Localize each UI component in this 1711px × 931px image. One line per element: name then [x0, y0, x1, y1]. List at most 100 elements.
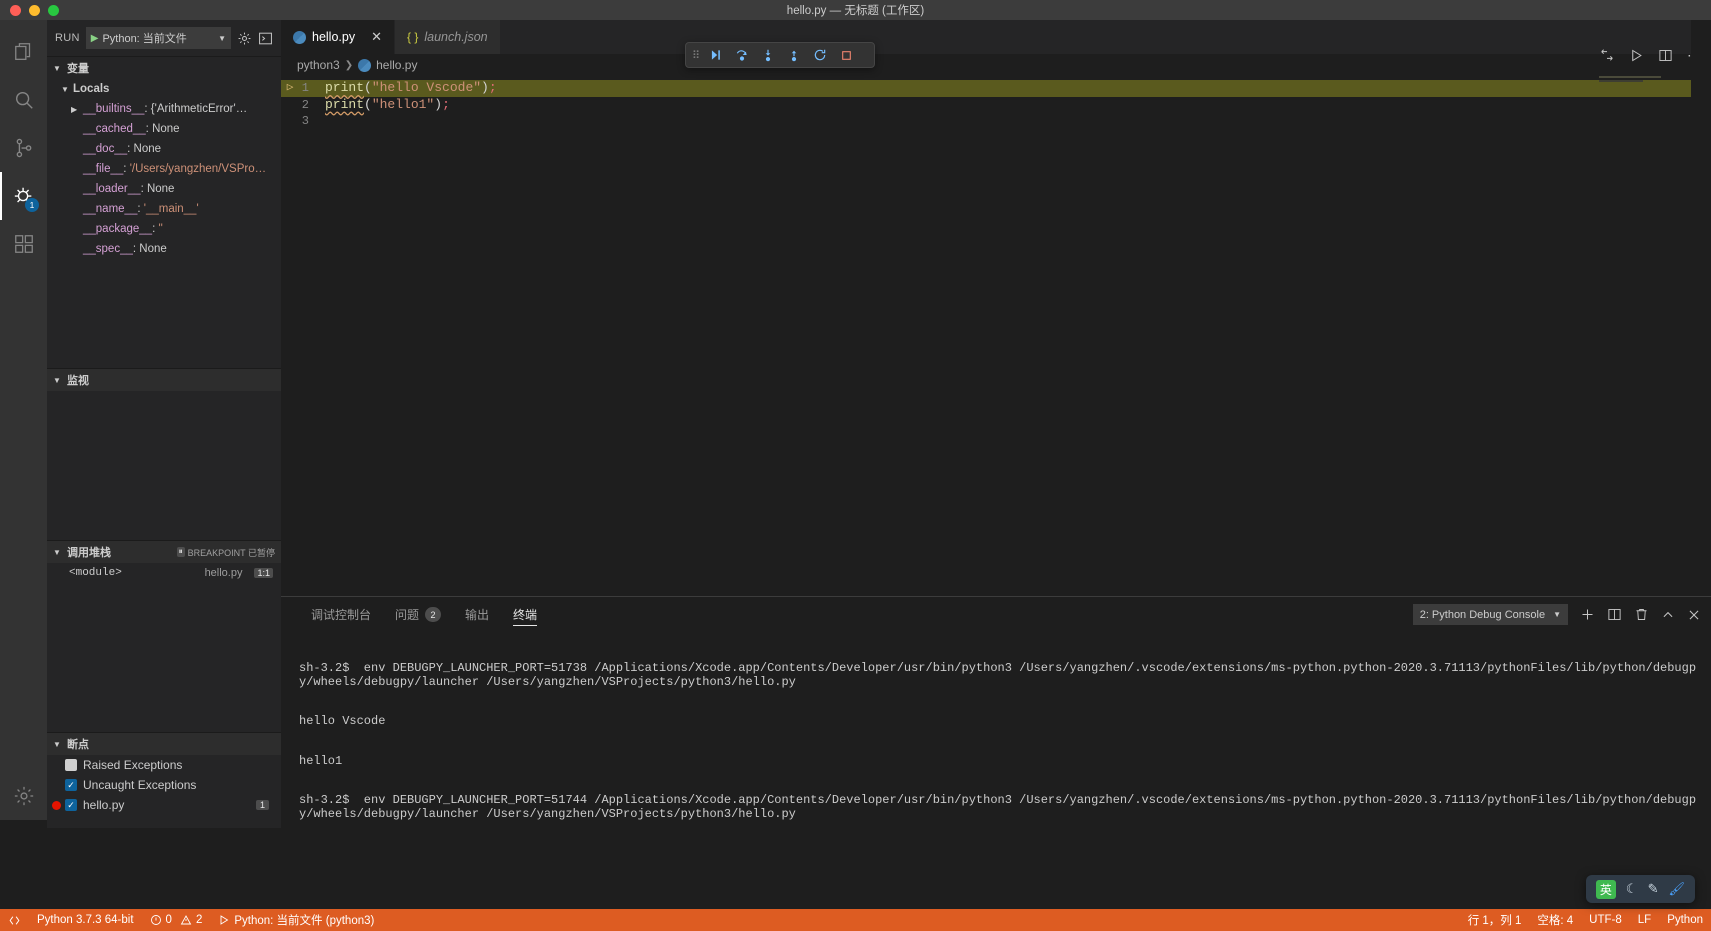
open-debug-console-button[interactable]: [258, 31, 273, 46]
callstack-status: ⏸ BREAKPOINT 已暂停: [176, 546, 275, 559]
step-over-button[interactable]: [730, 44, 754, 66]
variable-row[interactable]: __doc__: None: [47, 139, 281, 159]
stop-button[interactable]: [834, 44, 858, 66]
python-version-status[interactable]: Python 3.7.3 64-bit: [29, 909, 142, 931]
run-python-file-icon[interactable]: [1599, 47, 1615, 63]
variable-value: None: [133, 143, 162, 155]
variable-row[interactable]: __cached__: None: [47, 119, 281, 139]
watch-section: ▼ 监视: [47, 368, 281, 540]
trash-icon[interactable]: [1634, 607, 1649, 622]
run-label: RUN: [55, 32, 80, 44]
terminal-selector-dropdown[interactable]: 2: Python Debug Console ▼: [1412, 604, 1568, 625]
close-icon[interactable]: [1687, 608, 1701, 622]
encoding-status[interactable]: UTF-8: [1581, 909, 1630, 931]
variables-scope-locals[interactable]: ▼ Locals: [47, 79, 281, 99]
tab-problems[interactable]: 问题 2: [383, 597, 453, 632]
terminal-output[interactable]: sh-3.2$ env DEBUGPY_LAUNCHER_PORT=51738 …: [281, 632, 1711, 828]
bottom-panel: 调试控制台 问题 2 输出 终端 2: Python Debug Console…: [281, 596, 1711, 828]
restart-button[interactable]: [808, 44, 832, 66]
checkbox-checked-icon[interactable]: ✓: [65, 779, 77, 791]
language-mode-status[interactable]: Python: [1659, 909, 1711, 931]
step-out-button[interactable]: [782, 44, 806, 66]
chevron-right-icon[interactable]: ▶: [71, 105, 83, 114]
variable-row[interactable]: __loader__: None: [47, 179, 281, 199]
play-icon[interactable]: [1629, 48, 1644, 63]
remote-indicator[interactable]: [0, 909, 29, 931]
brush-icon[interactable]: 🖌: [1668, 881, 1685, 897]
indent-status[interactable]: 空格: 4: [1529, 909, 1581, 931]
sidebar-item-explorer[interactable]: [0, 28, 47, 76]
chevron-down-icon: ▼: [61, 84, 69, 94]
variable-row[interactable]: ▶ __builtins__: {'ArithmeticError'…: [47, 99, 281, 119]
breadcrumb-item-file[interactable]: hello.py: [376, 58, 417, 72]
line-number: 2: [301, 97, 309, 112]
variables-title: 变量: [67, 63, 89, 75]
sidebar-item-search[interactable]: [0, 76, 47, 124]
minimap[interactable]: [1599, 76, 1699, 596]
cursor-position-label: 行 1，列 1: [1467, 915, 1522, 927]
breakpoints-header[interactable]: ▼ 断点: [47, 733, 281, 755]
variables-header[interactable]: ▼ 变量: [47, 57, 281, 79]
variable-row[interactable]: __name__: '__main__': [47, 199, 281, 219]
callstack-status-label: BREAKPOINT 已暂停: [187, 547, 275, 558]
variable-value: '/Users/yangzhen/VSPro…: [129, 163, 267, 175]
cursor-position-status[interactable]: 行 1，列 1: [1460, 909, 1530, 931]
tab-terminal[interactable]: 终端: [501, 597, 549, 632]
sidebar-item-source-control[interactable]: [0, 124, 47, 172]
watch-header[interactable]: ▼ 监视: [47, 369, 281, 391]
sidebar-item-run-and-debug[interactable]: 1: [0, 172, 47, 220]
tab-hello-py[interactable]: hello.py ✕: [281, 20, 395, 54]
split-icon[interactable]: [1607, 607, 1622, 622]
code-editor[interactable]: ▷ 1 print("hello Vscode"); 2 print("hell…: [281, 76, 1711, 130]
variable-value: '': [158, 223, 163, 235]
problems-status[interactable]: 0 2: [142, 909, 211, 931]
step-into-button[interactable]: [756, 44, 780, 66]
debug-config-status[interactable]: Python: 当前文件 (python3): [210, 909, 382, 931]
play-icon[interactable]: ▶: [91, 33, 99, 44]
breakpoint-label: Uncaught Exceptions: [83, 778, 197, 792]
terminal-line: hello1: [299, 753, 343, 768]
code-line[interactable]: 3: [281, 113, 1711, 130]
ime-indicator[interactable]: 英 ☾ ✎ 🖌: [1585, 875, 1695, 903]
breakpoint-row-uncaught-exceptions[interactable]: ✓ Uncaught Exceptions: [47, 775, 281, 795]
chevron-up-icon[interactable]: [1661, 608, 1675, 622]
open-launch-settings-button[interactable]: [237, 31, 252, 46]
tab-output[interactable]: 输出: [453, 597, 501, 632]
code-line[interactable]: 2 print("hello1");: [281, 97, 1711, 114]
stack-frame-name: <module>: [69, 567, 122, 579]
breadcrumb-item-folder[interactable]: python3: [297, 58, 340, 72]
split-editor-icon[interactable]: [1658, 48, 1673, 63]
moon-icon[interactable]: ☾: [1626, 881, 1638, 897]
callstack-header[interactable]: ▼ 调用堆栈 ⏸ BREAKPOINT 已暂停: [47, 541, 281, 563]
variable-row[interactable]: __package__: '': [47, 219, 281, 239]
continue-button[interactable]: [704, 44, 728, 66]
tab-launch-json[interactable]: { } launch.json: [395, 20, 501, 54]
variable-value: None: [146, 183, 175, 195]
breakpoint-row-hello-py[interactable]: ✓ hello.py 1: [47, 795, 281, 815]
terminal-selector-value: 2: Python Debug Console: [1419, 608, 1546, 621]
breakpoint-dot-icon: [52, 800, 61, 810]
sidebar-item-extensions[interactable]: [0, 220, 47, 268]
checkbox-checked-icon[interactable]: ✓: [65, 799, 77, 811]
code-line[interactable]: ▷ 1 print("hello Vscode");: [281, 80, 1711, 97]
variable-row[interactable]: __spec__: None: [47, 239, 281, 259]
variable-row[interactable]: __file__: '/Users/yangzhen/VSPro…: [47, 159, 281, 179]
variable-name: __spec__: [83, 243, 133, 255]
breakpoints-title: 断点: [67, 739, 89, 751]
debug-toolbar[interactable]: ⠿: [685, 42, 875, 68]
launch-config-dropdown[interactable]: ▶ Python: 当前文件 ▼: [85, 27, 231, 49]
stack-frame-row[interactable]: <module> hello.py 1:1: [47, 563, 281, 583]
close-icon[interactable]: ✕: [371, 29, 382, 45]
breakpoint-row-raised-exceptions[interactable]: Raised Exceptions: [47, 755, 281, 775]
current-execution-pointer-icon: ▷: [286, 82, 294, 94]
drag-grip-icon[interactable]: ⠿: [690, 49, 702, 62]
variable-name: __builtins__: [83, 103, 145, 115]
wand-icon[interactable]: ✎: [1648, 881, 1659, 897]
ime-mode-label[interactable]: 英: [1595, 879, 1616, 899]
launch-config-value: Python: 当前文件: [102, 33, 187, 45]
checkbox-unchecked-icon[interactable]: [65, 759, 77, 771]
tab-debug-console[interactable]: 调试控制台: [299, 597, 383, 632]
plus-icon[interactable]: [1580, 607, 1595, 622]
eol-status[interactable]: LF: [1630, 909, 1659, 931]
manage-settings-button[interactable]: [0, 772, 47, 820]
